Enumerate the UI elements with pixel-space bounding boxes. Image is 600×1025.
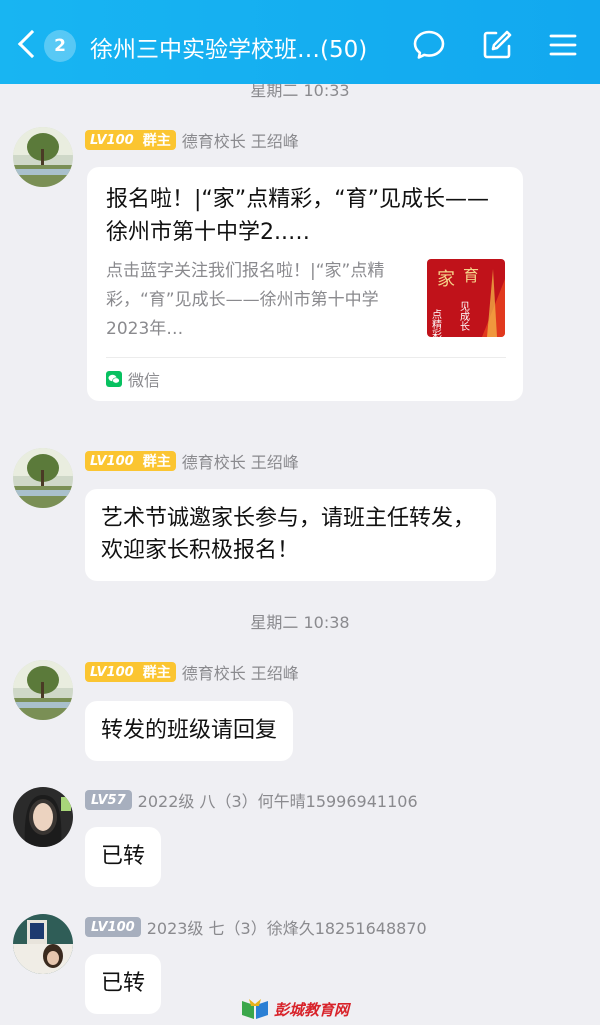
- owner-badge: LV100 群主: [85, 130, 176, 150]
- wechat-icon: [106, 371, 122, 387]
- sender-name[interactable]: 德育校长 王绍峰: [182, 128, 299, 152]
- share-source: 微信: [106, 367, 160, 391]
- avatar[interactable]: [13, 448, 73, 508]
- svg-text:育: 育: [463, 266, 479, 285]
- back-button[interactable]: 2: [14, 28, 84, 68]
- message-bubble[interactable]: 转发的班级请回复: [85, 701, 294, 761]
- edit-icon[interactable]: [480, 28, 514, 62]
- share-card-desc: 点击蓝字关注我们报名啦！|“家”点精彩，“育”见成长——徐州市第十中学2023年…: [106, 261, 385, 339]
- svg-text:家: 家: [437, 269, 455, 290]
- menu-icon[interactable]: [546, 28, 580, 62]
- chevron-left-icon: [17, 29, 47, 59]
- share-card-title: 报名啦！|“家”点精彩，“育”见成长——徐州市第十中学2..…: [106, 187, 490, 245]
- sender-name[interactable]: 2023级 七（3）徐烽久18251648870: [147, 915, 427, 939]
- avatar[interactable]: [13, 787, 73, 847]
- level-badge: LV57: [85, 790, 132, 810]
- sender-meta: LV57 2022级 八（3）何午晴15996941106: [85, 788, 418, 812]
- sender-name[interactable]: 德育校长 王绍峰: [182, 660, 299, 684]
- sender-meta: LV100 2023级 七（3）徐烽久18251648870: [85, 915, 427, 939]
- level-badge: LV100: [85, 917, 141, 937]
- time-divider: 星期二 10:38: [250, 613, 350, 632]
- owner-badge: LV100 群主: [85, 662, 176, 682]
- avatar[interactable]: [13, 127, 73, 187]
- unread-count-badge: 2: [44, 30, 76, 62]
- sender-meta: LV100 群主 德育校长 王绍峰: [85, 660, 299, 684]
- watermark-text: 彭城教育网: [274, 1000, 350, 1019]
- share-card[interactable]: 报名啦！|“家”点精彩，“育”见成长——徐州市第十中学2..… 点击蓝字关注我们…: [87, 167, 523, 401]
- book-logo-icon: [242, 999, 268, 1019]
- group-title[interactable]: 徐州三中实验学校班…(50): [90, 30, 400, 64]
- sender-name[interactable]: 德育校长 王绍峰: [182, 449, 299, 473]
- chat-header: 2 徐州三中实验学校班…(50): [0, 0, 600, 84]
- share-source-label: 微信: [128, 371, 161, 390]
- message-bubble[interactable]: 已转: [85, 827, 162, 887]
- divider: [106, 357, 506, 358]
- owner-badge: LV100 群主: [85, 451, 176, 471]
- sender-name[interactable]: 2022级 八（3）何午晴15996941106: [138, 788, 418, 812]
- site-watermark: 彭城教育网: [240, 996, 349, 1022]
- message-bubble[interactable]: 艺术节诚邀家长参与，请班主任转发，欢迎家长积极报名！: [85, 489, 496, 581]
- speech-bubble-icon[interactable]: [412, 28, 446, 62]
- avatar[interactable]: [13, 660, 73, 720]
- sender-meta: LV100 群主 德育校长 王绍峰: [85, 128, 299, 152]
- avatar[interactable]: [13, 914, 73, 974]
- sender-meta: LV100 群主 德育校长 王绍峰: [85, 449, 299, 473]
- share-card-thumbnail: 家 育 点精彩 见成长: [427, 259, 505, 337]
- message-bubble[interactable]: 已转: [85, 954, 162, 1014]
- svg-text:见成长: 见成长: [458, 301, 470, 331]
- svg-text:点精彩: 点精彩: [430, 309, 442, 337]
